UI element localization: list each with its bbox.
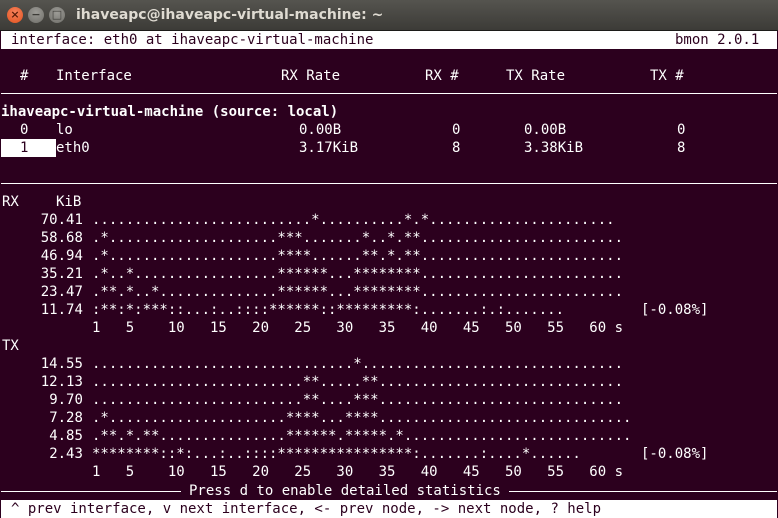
graph-plot: :**:*:***::...:..::::******::*********:.… xyxy=(92,302,565,318)
graph-scale-value: 70.41 xyxy=(40,212,83,228)
graph-row: 46.94 .*....................****......**.… xyxy=(1,247,777,265)
graph-plot: .**.*.**...............******.*****.*...… xyxy=(92,428,632,444)
graph-row: 58.68 .*....................***.......*..… xyxy=(1,229,777,247)
rx-unit: KiB xyxy=(56,194,82,210)
interface-row-lo[interactable]: 0 lo 0.00B 0 0.00B 0 xyxy=(1,121,777,139)
window-title: ihaveapc@ihaveapc-virtual-machine: ~ xyxy=(76,7,384,23)
graph-scale-value: 2.43 xyxy=(49,446,83,462)
graph-row: 14.55 ...............................*...… xyxy=(1,355,777,373)
status-interface: interface: eth0 at ihaveapc-virtual-mach… xyxy=(11,32,374,48)
tx-label: TX xyxy=(2,338,19,354)
graph-plot: .*....................****......**.*.**.… xyxy=(92,248,624,264)
graph-scale-value: 11.74 xyxy=(40,302,83,318)
maximize-icon: □ xyxy=(51,8,63,21)
graph-scale-value: 23.47 xyxy=(40,284,83,300)
graph-plot: .........................**....***......… xyxy=(92,392,624,408)
graph-row: 4.85 .**.*.**...............******.*****.… xyxy=(1,427,777,445)
graph-scale-value: 35.21 xyxy=(40,266,83,282)
terminal-content[interactable]: interface: eth0 at ihaveapc-virtual-mach… xyxy=(1,31,777,518)
tx-time-axis: 1 5 10 15 20 25 30 35 40 45 50 55 60 s xyxy=(92,464,624,480)
graph-scale-value: 14.55 xyxy=(40,356,83,372)
node-group-title: ihaveapc-virtual-machine (source: local) xyxy=(1,104,339,120)
close-window-button[interactable]: × xyxy=(7,7,23,23)
graph-percent: [-0.08%] xyxy=(641,302,709,318)
graph-row: 7.28 .*.....................****...****..… xyxy=(1,409,777,427)
col-rx-rate: RX Rate xyxy=(281,68,341,84)
graph-scale-value: 4.85 xyxy=(49,428,83,444)
rx-graph-header: RX KiB xyxy=(1,193,777,211)
detail-hint-line: Press d to enable detailed statistics xyxy=(1,482,777,500)
col-rx-num: RX # xyxy=(425,68,459,84)
terminal-window: × − □ ihaveapc@ihaveapc-virtual-machine:… xyxy=(0,0,778,518)
detail-hint: Press d to enable detailed statistics xyxy=(181,482,509,500)
graph-row: 9.70 .........................**....***..… xyxy=(1,391,777,409)
rx-label: RX xyxy=(2,194,19,210)
graph-plot: .*.....................****...****......… xyxy=(92,410,632,426)
rx-time-axis: 1 5 10 15 20 25 30 35 40 45 50 55 60 s xyxy=(92,320,624,336)
graph-plot: .*..*.................******...********.… xyxy=(92,266,624,282)
table-header: # Interface RX Rate RX # TX Rate TX # xyxy=(1,67,777,85)
graph-row: 23.47 .**.*..*..............******...****… xyxy=(1,283,777,301)
status-bar: interface: eth0 at ihaveapc-virtual-mach… xyxy=(1,31,777,49)
tx-graph-header: TX xyxy=(1,337,777,355)
graph-scale-value: 58.68 xyxy=(40,230,83,246)
col-num: # xyxy=(20,68,29,84)
col-interface: Interface xyxy=(56,68,132,84)
graph-plot: .**.*..*..............******...********.… xyxy=(92,284,624,300)
graph-scale-value: 46.94 xyxy=(40,248,83,264)
minimize-window-button[interactable]: − xyxy=(28,7,44,23)
app-version: bmon 2.0.1 xyxy=(675,32,760,48)
key-help: ^ prev interface, v next interface, <- p… xyxy=(11,501,602,517)
title-bar: × − □ ihaveapc@ihaveapc-virtual-machine:… xyxy=(0,0,778,31)
maximize-window-button[interactable]: □ xyxy=(49,7,65,23)
graph-scale-value: 12.13 xyxy=(40,374,83,390)
minimize-icon: − xyxy=(31,8,41,21)
graph-scale-value: 7.28 xyxy=(49,410,83,426)
graph-row: 70.41 ..........................*........… xyxy=(1,211,777,229)
graph-plot: ...............................*........… xyxy=(92,356,624,372)
graph-row: 35.21 .*..*.................******...****… xyxy=(1,265,777,283)
close-icon: × xyxy=(10,8,20,21)
graph-percent: [-0.08%] xyxy=(641,446,709,462)
graph-row: 12.13 .........................**.....**.… xyxy=(1,373,777,391)
selection-cursor xyxy=(1,139,56,157)
graph-plot: .........................**.....**......… xyxy=(92,374,624,390)
header-rule xyxy=(1,93,777,94)
graph-plot: ********::*:...:..::::****************:.… xyxy=(92,446,581,462)
col-tx-rate: TX Rate xyxy=(506,68,566,84)
key-help-bar: ^ prev interface, v next interface, <- p… xyxy=(1,500,777,518)
graph-plot: .*....................***.......*..*.**.… xyxy=(92,230,624,246)
col-tx-num: TX # xyxy=(650,68,684,84)
graph-plot: ..........................*..........*.*… xyxy=(92,212,615,228)
interface-row-eth0[interactable]: 1 eth0 3.17KiB 8 3.38KiB 8 xyxy=(1,139,777,157)
graph-row: 2.43 ********::*:...:..::::**************… xyxy=(1,445,777,463)
graph-rule xyxy=(1,183,777,184)
graph-row: 11.74 :**:*:***::...:..::::******::******… xyxy=(1,301,777,319)
graph-scale-value: 9.70 xyxy=(49,392,83,408)
